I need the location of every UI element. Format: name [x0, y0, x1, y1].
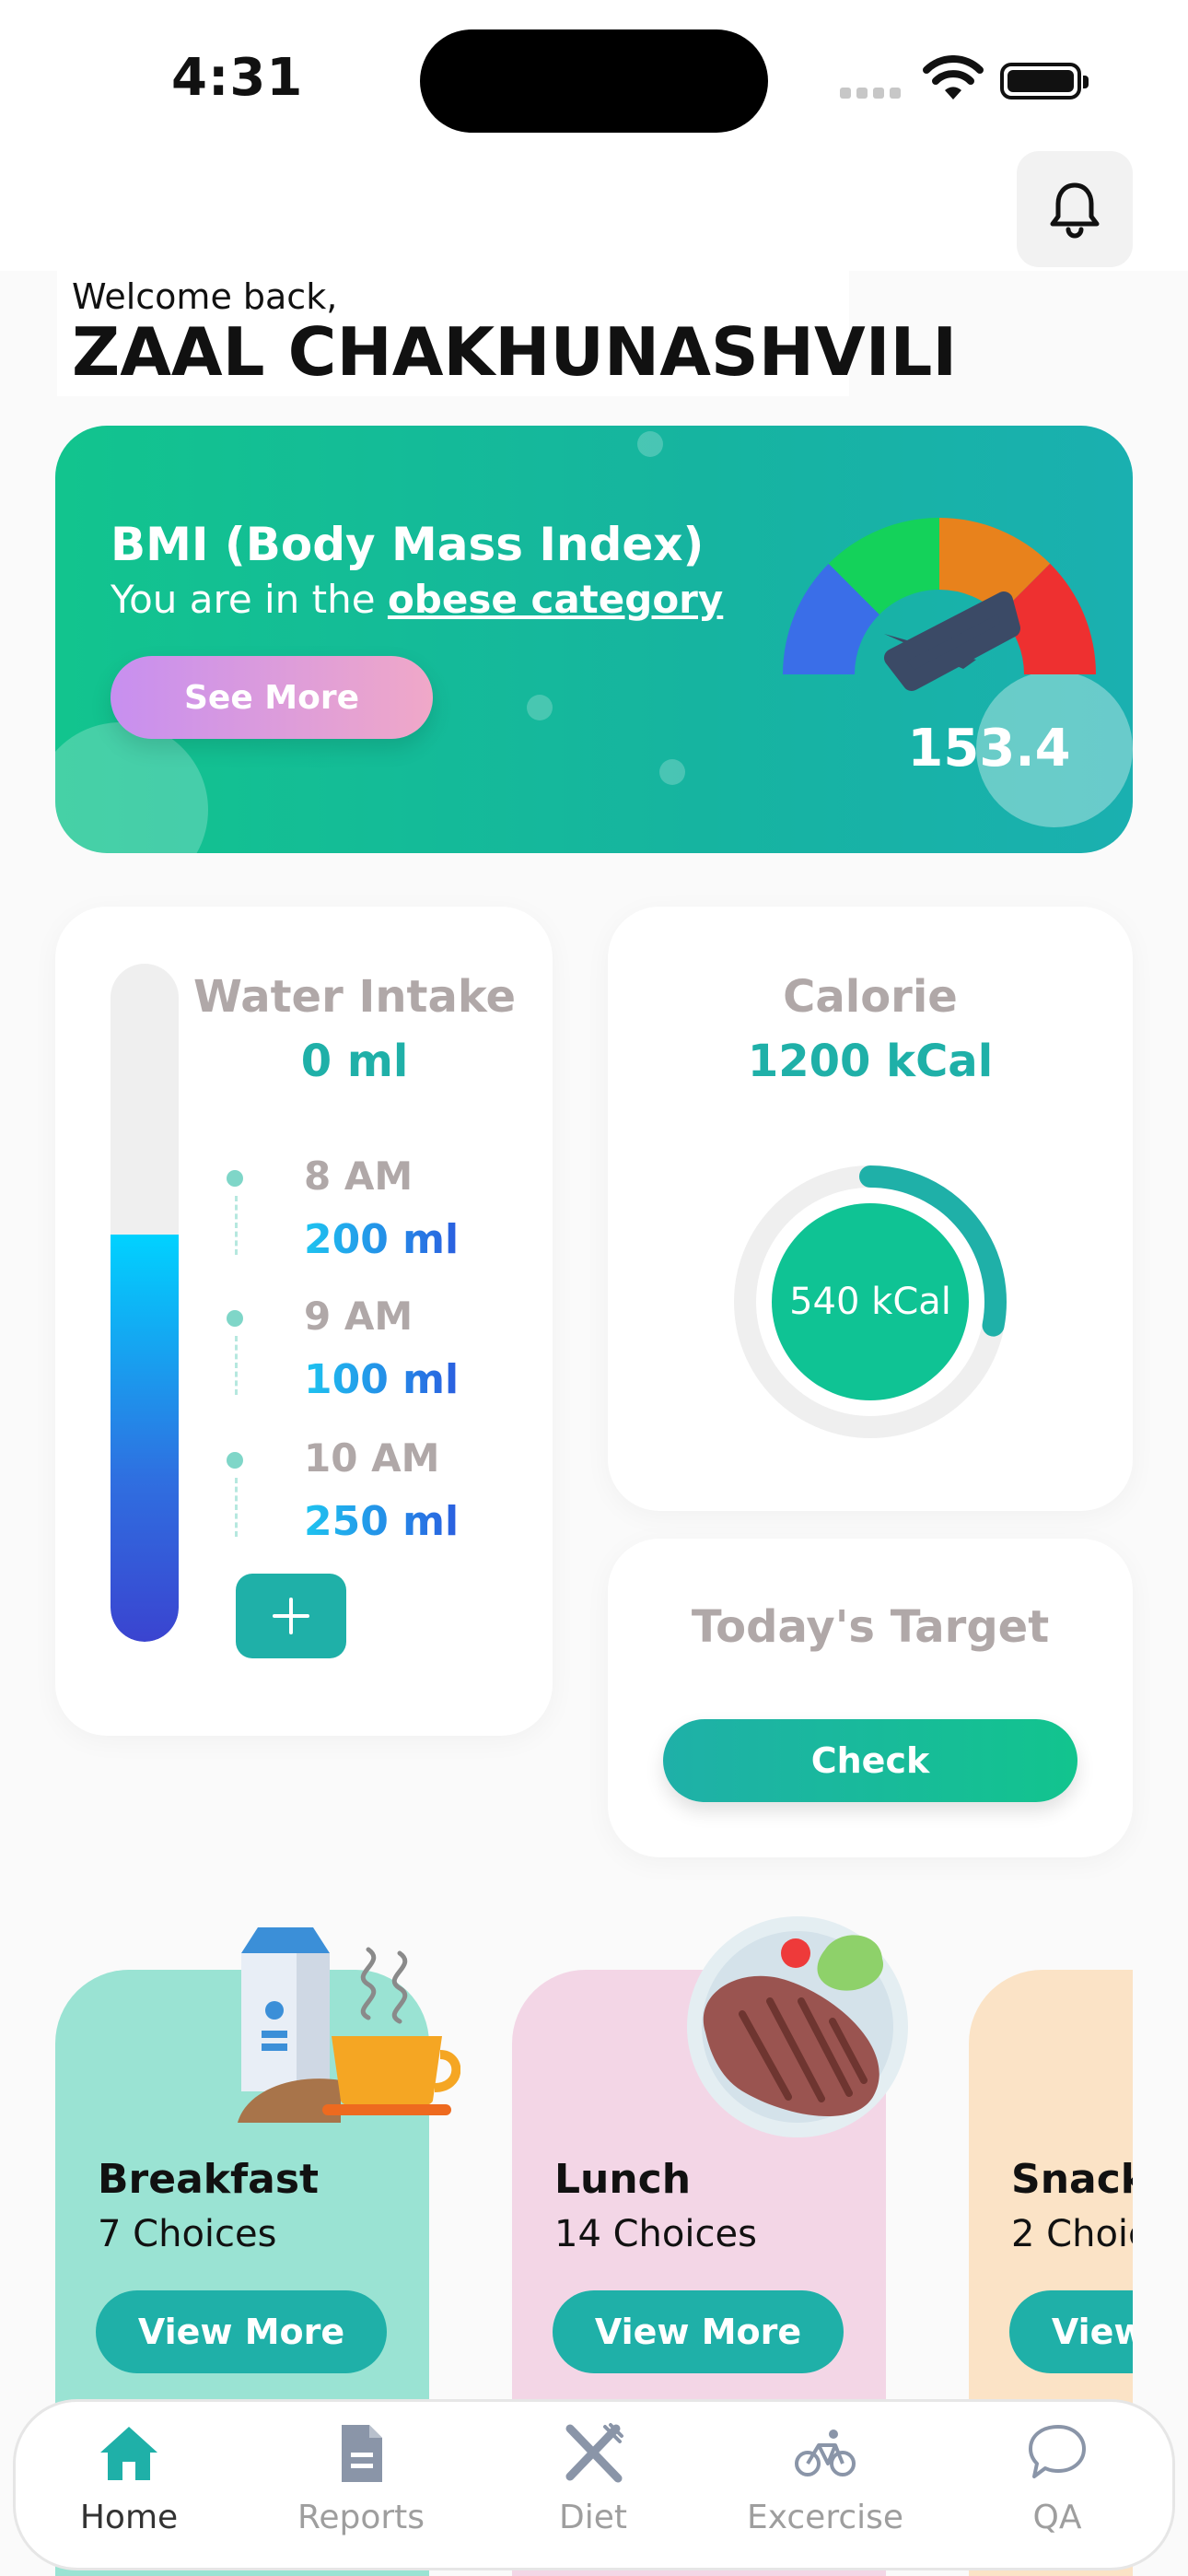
bmi-title: BMI (Body Mass Index) — [111, 518, 705, 571]
bmi-subtitle: You are in the obese category — [111, 577, 724, 622]
water-level-tube — [111, 964, 179, 1642]
notifications-button[interactable] — [1017, 151, 1133, 267]
log-connector — [235, 1478, 238, 1537]
utensils-icon — [565, 2423, 623, 2483]
water-title: Water Intake — [192, 971, 517, 1023]
breakfast-illustration — [238, 1927, 460, 2123]
log-amount: 100 ml — [304, 1356, 460, 1403]
bmi-category-link[interactable]: obese category — [388, 577, 723, 622]
nav-item-home[interactable]: Home — [37, 2421, 221, 2536]
chat-icon — [1029, 2425, 1086, 2478]
log-connector — [235, 1336, 238, 1395]
bmi-value: 153.4 — [907, 719, 1071, 779]
document-icon — [342, 2425, 382, 2482]
snack-view-more-button[interactable]: View More — [1009, 2290, 1133, 2373]
nav-label: QA — [1032, 2499, 1082, 2536]
calorie-target: 1200 kCal — [747, 1036, 994, 1087]
nav-label: Home — [79, 2499, 179, 2536]
log-connector — [235, 1196, 238, 1255]
log-dot — [227, 1452, 243, 1469]
header — [0, 138, 1188, 271]
todays-target-title: Today's Target — [691, 1601, 1050, 1653]
meal-name: Breakfast — [98, 2156, 320, 2203]
log-time: 10 AM — [304, 1435, 440, 1481]
breakfast-view-more-button[interactable]: View More — [96, 2290, 387, 2373]
wifi-icon — [923, 55, 984, 105]
home-icon — [100, 2427, 157, 2480]
nav-item-qa[interactable]: QA — [965, 2421, 1149, 2536]
check-target-button[interactable]: Check — [663, 1719, 1077, 1802]
meal-choices: 14 Choices — [554, 2213, 757, 2255]
status-time: 4:31 — [171, 48, 304, 108]
bmi-gauge — [783, 518, 1096, 691]
water-level-fill — [111, 1235, 179, 1642]
bmi-card: BMI (Body Mass Index) You are in the obe… — [55, 426, 1133, 853]
meal-name: Lunch — [554, 2156, 692, 2203]
lunch-view-more-button[interactable]: View More — [553, 2290, 844, 2373]
nav-item-reports[interactable]: Reports — [269, 2421, 453, 2536]
log-amount: 250 ml — [304, 1498, 460, 1545]
add-water-button[interactable] — [236, 1574, 346, 1658]
see-more-button[interactable]: See More — [111, 656, 433, 739]
log-amount: 200 ml — [304, 1216, 460, 1263]
nav-label: Reports — [297, 2499, 425, 2536]
bell-icon — [1050, 182, 1100, 239]
calorie-consumed: 540 kCal — [772, 1203, 969, 1400]
nav-label: Diet — [559, 2499, 627, 2536]
plus-icon — [273, 1598, 309, 1634]
battery-icon — [1000, 63, 1089, 100]
todays-target-card — [608, 1539, 1133, 1857]
water-value: 0 ml — [300, 1036, 409, 1087]
user-name: ZAAL CHAKHUNASHVILI — [72, 313, 958, 391]
welcome-text: Welcome back, — [72, 276, 338, 317]
calorie-title: Calorie — [783, 971, 958, 1023]
log-dot — [227, 1170, 243, 1187]
cellular-signal-icon — [840, 85, 906, 99]
nav-label: Excercise — [746, 2499, 904, 2536]
log-dot — [227, 1310, 243, 1327]
nav-item-diet[interactable]: Diet — [501, 2421, 685, 2536]
nav-item-exercise[interactable]: Excercise — [733, 2421, 917, 2536]
meal-name: Snack — [1011, 2156, 1133, 2203]
bicycle-icon — [795, 2430, 856, 2476]
lunch-illustration — [687, 1916, 908, 2137]
dynamic-island — [420, 29, 768, 133]
log-time: 8 AM — [304, 1153, 413, 1199]
log-time: 9 AM — [304, 1294, 413, 1339]
meal-choices: 2 Choices — [1011, 2213, 1133, 2255]
meal-choices: 7 Choices — [98, 2213, 277, 2255]
